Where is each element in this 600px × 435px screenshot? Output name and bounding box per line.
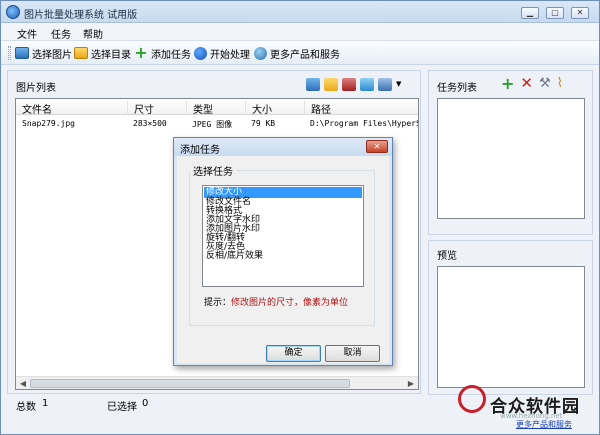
app-icon bbox=[6, 5, 20, 19]
scroll-right-icon[interactable]: ▶ bbox=[405, 378, 417, 389]
scroll-left-icon[interactable]: ◀ bbox=[17, 378, 29, 389]
globe-icon bbox=[254, 46, 267, 60]
start-process-label: 开始处理 bbox=[210, 49, 250, 61]
dialog-title-bar: 添加任务 ✕ bbox=[174, 138, 392, 156]
menu-task[interactable]: 任务 bbox=[51, 26, 71, 41]
start-process-button[interactable]: 开始处理 bbox=[194, 45, 250, 61]
cancel-button[interactable]: 取消 bbox=[325, 345, 380, 362]
cell-size: 79 KB bbox=[251, 119, 276, 128]
cell-filename: Snap279.jpg bbox=[22, 119, 75, 128]
image-list-toolbar: ▼ bbox=[306, 78, 401, 91]
horizontal-scrollbar[interactable]: ◀ ▶ bbox=[16, 376, 418, 389]
main-toolbar: 选择图片 选择目录 + 添加任务 开始处理 更多产品和服务 bbox=[1, 41, 599, 65]
cell-type: JPEG 图像 bbox=[192, 120, 233, 129]
hint-text: 修改图片的尺寸，像素为单位 bbox=[231, 298, 349, 308]
cell-dimensions: 283×500 bbox=[133, 119, 167, 128]
column-type[interactable]: 类型 bbox=[186, 101, 213, 116]
window-title: 图片批量处理系统 试用版 bbox=[24, 10, 138, 21]
watermark-logo-icon bbox=[458, 385, 486, 413]
scroll-thumb[interactable] bbox=[30, 379, 350, 388]
image-icon[interactable] bbox=[306, 78, 320, 91]
recycle-icon[interactable] bbox=[360, 78, 374, 91]
menu-file[interactable]: 文件 bbox=[17, 26, 37, 41]
watermark-more-link[interactable]: 更多产品和服务 bbox=[516, 419, 572, 430]
task-select-list[interactable]: 修改大小 修改文件名 转换格式 添加文字水印 添加图片水印 旋转/翻转 灰度/去… bbox=[202, 185, 364, 287]
image-list-header: 文件名 尺寸 类型 大小 路径 bbox=[16, 99, 418, 116]
folder-icon bbox=[74, 47, 88, 59]
dialog-title: 添加任务 bbox=[180, 145, 220, 156]
x-icon[interactable]: ✕ bbox=[520, 76, 533, 91]
column-dimensions[interactable]: 尺寸 bbox=[127, 101, 154, 116]
table-row[interactable]: Snap279.jpg 283×500 JPEG 图像 79 KB D:\Pro… bbox=[16, 117, 418, 131]
minimize-button[interactable]: ▁ bbox=[521, 7, 539, 19]
folder-icon[interactable] bbox=[324, 78, 338, 91]
image-list-title: 图片列表 bbox=[16, 83, 56, 94]
select-image-button[interactable]: 选择图片 bbox=[15, 45, 72, 61]
close-button[interactable]: ✕ bbox=[571, 7, 589, 19]
task-group-label: 选择任务 bbox=[190, 163, 236, 178]
preview-area bbox=[437, 266, 585, 388]
play-icon bbox=[194, 46, 207, 60]
plus-icon[interactable]: + bbox=[501, 76, 514, 92]
more-products-button[interactable]: 更多产品和服务 bbox=[254, 45, 340, 61]
ok-button[interactable]: 确定 bbox=[266, 345, 321, 362]
task-hint: 提示：修改图片的尺寸，像素为单位 bbox=[204, 295, 348, 308]
column-filename[interactable]: 文件名 bbox=[16, 101, 52, 116]
title-bar: 图片批量处理系统 试用版 ▁ ▢ ✕ bbox=[1, 1, 599, 23]
delete-image-icon[interactable] bbox=[342, 78, 356, 91]
wrench-icon[interactable]: ⚒ bbox=[539, 77, 551, 90]
add-task-button[interactable]: + 添加任务 bbox=[134, 45, 191, 61]
selected-value: 0 bbox=[142, 398, 149, 409]
add-task-label: 添加任务 bbox=[151, 49, 191, 61]
list-item[interactable]: 反相/底片效果 bbox=[204, 251, 362, 262]
cell-path: D:\Program Files\HyperSn bbox=[310, 119, 419, 128]
select-image-label: 选择图片 bbox=[32, 49, 72, 61]
total-label: 总数 bbox=[16, 402, 36, 413]
task-toolbar: + ✕ ⚒ ⌇ bbox=[501, 76, 563, 92]
menu-help[interactable]: 帮助 bbox=[83, 26, 103, 41]
broom-icon[interactable]: ⌇ bbox=[557, 77, 563, 90]
task-list-title: 任务列表 bbox=[437, 83, 477, 94]
view-icon[interactable] bbox=[378, 78, 392, 91]
dialog-close-button[interactable]: ✕ bbox=[366, 140, 388, 153]
more-products-label: 更多产品和服务 bbox=[270, 49, 340, 61]
plus-icon: + bbox=[134, 43, 148, 62]
select-folder-label: 选择目录 bbox=[91, 49, 131, 61]
image-icon bbox=[15, 47, 29, 59]
hint-prefix: 提示： bbox=[204, 298, 232, 308]
task-list[interactable] bbox=[437, 98, 585, 219]
chevron-down-icon[interactable]: ▼ bbox=[396, 78, 401, 91]
column-size[interactable]: 大小 bbox=[245, 101, 272, 116]
menu-bar: 文件 任务 帮助 bbox=[1, 23, 599, 41]
preview-title: 预览 bbox=[437, 251, 457, 262]
select-folder-button[interactable]: 选择目录 bbox=[74, 45, 131, 61]
selected-label: 已选择 bbox=[107, 402, 137, 413]
total-value: 1 bbox=[42, 398, 49, 409]
toolbar-grip[interactable] bbox=[8, 46, 11, 60]
maximize-button[interactable]: ▢ bbox=[546, 7, 564, 19]
column-path[interactable]: 路径 bbox=[304, 101, 331, 116]
